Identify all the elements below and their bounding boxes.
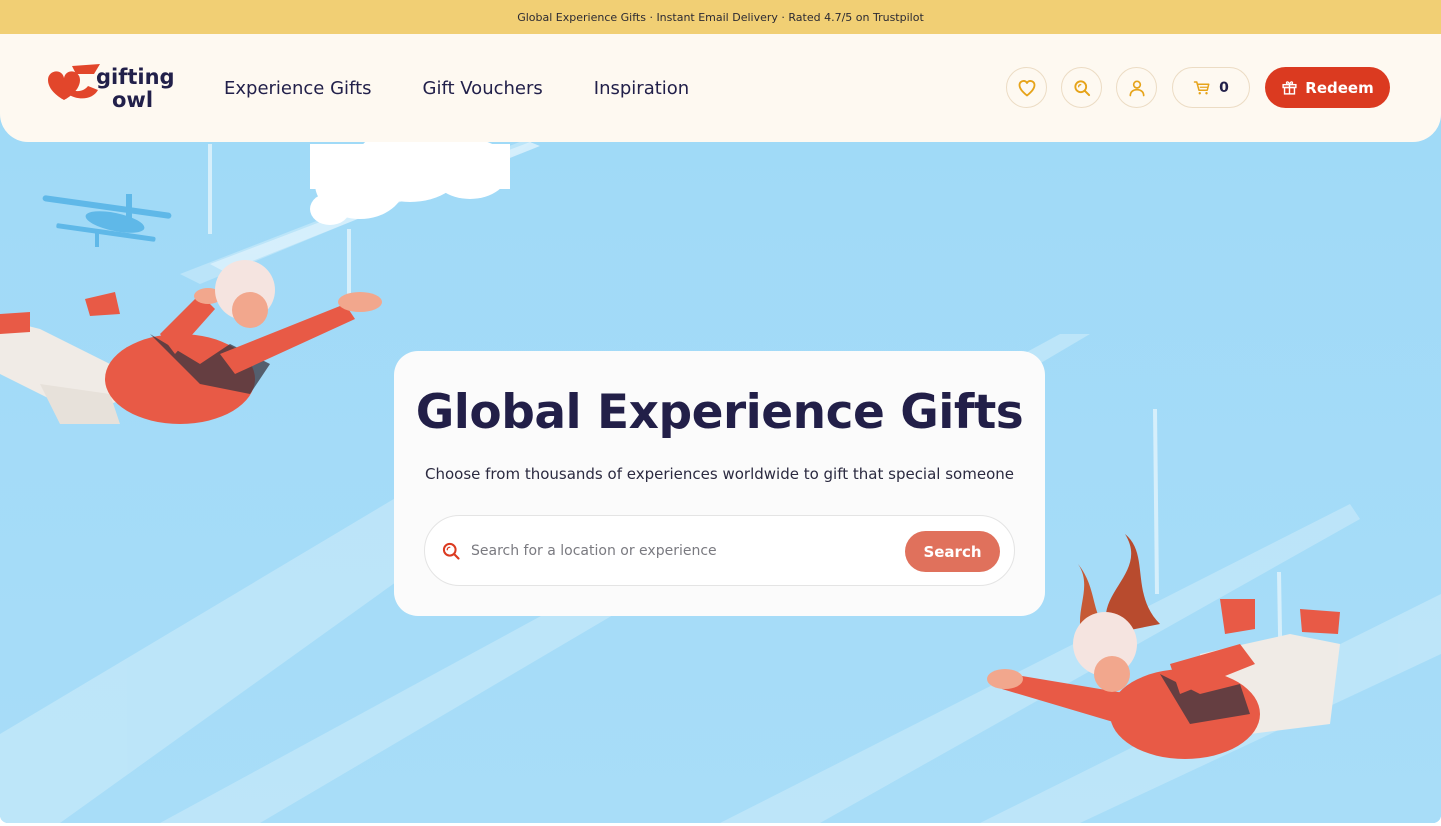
cart-button[interactable]: 0: [1172, 67, 1250, 108]
user-icon: [1129, 80, 1144, 96]
nav-inspiration[interactable]: Inspiration: [594, 78, 689, 99]
search-button[interactable]: [1061, 67, 1102, 108]
cart-icon: [1193, 80, 1210, 94]
site-header: gifting owl Experience Gifts Gift Vouche…: [0, 34, 1441, 142]
announcement-bar: Global Experience Gifts · Instant Email …: [0, 0, 1441, 34]
logo-line2: owl: [112, 88, 153, 112]
search-input[interactable]: [471, 538, 891, 564]
announcement-text: Global Experience Gifts · Instant Email …: [517, 10, 924, 24]
main-navigation: Experience Gifts Gift Vouchers Inspirati…: [224, 34, 689, 142]
search-bar: Search: [424, 515, 1015, 586]
account-button[interactable]: [1116, 67, 1157, 108]
redeem-button[interactable]: Redeem: [1265, 67, 1390, 108]
hero-subtitle: Choose from thousands of experiences wor…: [425, 465, 1014, 483]
gifting-owl-logo[interactable]: gifting owl: [46, 60, 178, 112]
search-icon: [442, 542, 460, 560]
hero-title: Global Experience Gifts: [415, 385, 1024, 440]
search-submit-button[interactable]: Search: [905, 531, 1000, 572]
wishlist-button[interactable]: [1006, 67, 1047, 108]
cart-count: 0: [1219, 79, 1229, 96]
nav-experience-gifts[interactable]: Experience Gifts: [224, 78, 372, 99]
nav-gift-vouchers[interactable]: Gift Vouchers: [423, 78, 543, 99]
hero-search-card: Global Experience Gifts Choose from thou…: [394, 351, 1045, 616]
logo-line1: gifting: [96, 65, 175, 89]
gift-icon: [1282, 81, 1297, 95]
redeem-label: Redeem: [1305, 78, 1374, 97]
search-icon: [1073, 79, 1090, 96]
heart-icon: [1018, 79, 1035, 96]
